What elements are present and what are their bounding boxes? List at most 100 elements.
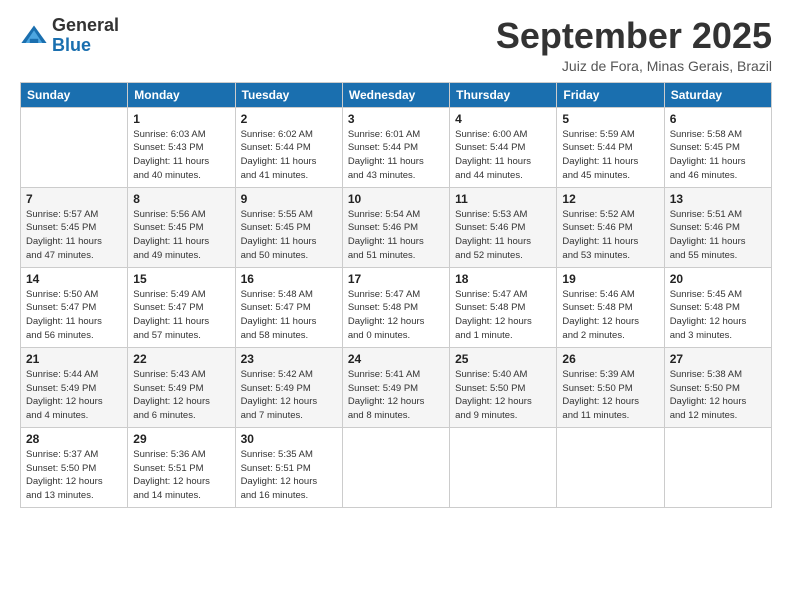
calendar-cell: 28 Sunrise: 5:37 AM Sunset: 5:50 PM Dayli… <box>21 427 128 507</box>
day-info: Sunrise: 5:55 AM Sunset: 5:45 PM Dayligh… <box>241 208 337 263</box>
day-info: Sunrise: 6:01 AM Sunset: 5:44 PM Dayligh… <box>348 128 444 183</box>
day-info: Sunrise: 5:40 AM Sunset: 5:50 PM Dayligh… <box>455 368 551 423</box>
day-number: 9 <box>241 192 337 206</box>
calendar-cell: 11Sunrise: 5:53 AM Sunset: 5:46 PM Dayli… <box>450 187 557 267</box>
day-number: 4 <box>455 112 551 126</box>
day-number: 21 <box>26 352 122 366</box>
calendar-cell: 7 Sunrise: 5:57 AM Sunset: 5:45 PM Daylig… <box>21 187 128 267</box>
calendar-cell <box>21 107 128 187</box>
calendar-cell: 20Sunrise: 5:45 AM Sunset: 5:48 PM Dayli… <box>664 267 771 347</box>
day-info: Sunrise: 5:37 AM Sunset: 5:50 PM Dayligh… <box>26 448 122 503</box>
day-number: 24 <box>348 352 444 366</box>
logo-container: General Blue <box>20 16 119 56</box>
day-info: Sunrise: 5:49 AM Sunset: 5:47 PM Dayligh… <box>133 288 229 343</box>
col-thursday: Thursday <box>450 82 557 107</box>
col-friday: Friday <box>557 82 664 107</box>
logo-general: General <box>52 16 119 36</box>
logo-text: General Blue <box>52 16 119 56</box>
day-number: 11 <box>455 192 551 206</box>
day-number: 19 <box>562 272 658 286</box>
day-number: 25 <box>455 352 551 366</box>
day-info: Sunrise: 5:57 AM Sunset: 5:45 PM Dayligh… <box>26 208 122 263</box>
calendar-cell: 1 Sunrise: 6:03 AM Sunset: 5:43 PM Daylig… <box>128 107 235 187</box>
calendar-cell: 18 Sunrise: 5:47 AM Sunset: 5:48 PM Dayli… <box>450 267 557 347</box>
calendar-cell <box>557 427 664 507</box>
calendar-cell: 14Sunrise: 5:50 AM Sunset: 5:47 PM Dayli… <box>21 267 128 347</box>
calendar-cell: 22 Sunrise: 5:43 AM Sunset: 5:49 PM Dayli… <box>128 347 235 427</box>
day-info: Sunrise: 6:02 AM Sunset: 5:44 PM Dayligh… <box>241 128 337 183</box>
day-info: Sunrise: 6:00 AM Sunset: 5:44 PM Dayligh… <box>455 128 551 183</box>
day-info: Sunrise: 5:43 AM Sunset: 5:49 PM Dayligh… <box>133 368 229 423</box>
col-saturday: Saturday <box>664 82 771 107</box>
calendar-cell: 16Sunrise: 5:48 AM Sunset: 5:47 PM Dayli… <box>235 267 342 347</box>
day-info: Sunrise: 5:38 AM Sunset: 5:50 PM Dayligh… <box>670 368 766 423</box>
day-number: 28 <box>26 432 122 446</box>
title-block: September 2025 Juiz de Fora, Minas Gerai… <box>496 16 772 74</box>
calendar-cell: 2 Sunrise: 6:02 AM Sunset: 5:44 PM Daylig… <box>235 107 342 187</box>
day-info: Sunrise: 5:36 AM Sunset: 5:51 PM Dayligh… <box>133 448 229 503</box>
col-monday: Monday <box>128 82 235 107</box>
day-number: 12 <box>562 192 658 206</box>
week-row-5: 28 Sunrise: 5:37 AM Sunset: 5:50 PM Dayli… <box>21 427 772 507</box>
day-info: Sunrise: 5:51 AM Sunset: 5:46 PM Dayligh… <box>670 208 766 263</box>
calendar-cell: 27Sunrise: 5:38 AM Sunset: 5:50 PM Dayli… <box>664 347 771 427</box>
day-number: 20 <box>670 272 766 286</box>
week-row-2: 7 Sunrise: 5:57 AM Sunset: 5:45 PM Daylig… <box>21 187 772 267</box>
calendar-cell: 25 Sunrise: 5:40 AM Sunset: 5:50 PM Dayli… <box>450 347 557 427</box>
calendar-cell: 24 Sunrise: 5:41 AM Sunset: 5:49 PM Dayli… <box>342 347 449 427</box>
col-sunday: Sunday <box>21 82 128 107</box>
day-info: Sunrise: 5:47 AM Sunset: 5:48 PM Dayligh… <box>455 288 551 343</box>
day-number: 7 <box>26 192 122 206</box>
calendar-cell: 21 Sunrise: 5:44 AM Sunset: 5:49 PM Dayli… <box>21 347 128 427</box>
day-number: 10 <box>348 192 444 206</box>
calendar-cell <box>450 427 557 507</box>
day-number: 8 <box>133 192 229 206</box>
calendar-cell <box>342 427 449 507</box>
day-number: 1 <box>133 112 229 126</box>
day-number: 18 <box>455 272 551 286</box>
day-number: 2 <box>241 112 337 126</box>
day-number: 26 <box>562 352 658 366</box>
location-subtitle: Juiz de Fora, Minas Gerais, Brazil <box>496 58 772 74</box>
week-row-1: 1 Sunrise: 6:03 AM Sunset: 5:43 PM Daylig… <box>21 107 772 187</box>
calendar-cell: 5 Sunrise: 5:59 AM Sunset: 5:44 PM Daylig… <box>557 107 664 187</box>
day-info: Sunrise: 5:52 AM Sunset: 5:46 PM Dayligh… <box>562 208 658 263</box>
calendar-cell: 3 Sunrise: 6:01 AM Sunset: 5:44 PM Daylig… <box>342 107 449 187</box>
day-number: 13 <box>670 192 766 206</box>
day-number: 30 <box>241 432 337 446</box>
week-row-4: 21 Sunrise: 5:44 AM Sunset: 5:49 PM Dayli… <box>21 347 772 427</box>
page: General Blue September 2025 Juiz de Fora… <box>0 0 792 612</box>
day-info: Sunrise: 5:59 AM Sunset: 5:44 PM Dayligh… <box>562 128 658 183</box>
calendar-cell: 6Sunrise: 5:58 AM Sunset: 5:45 PM Daylig… <box>664 107 771 187</box>
day-info: Sunrise: 5:58 AM Sunset: 5:45 PM Dayligh… <box>670 128 766 183</box>
calendar-cell: 12 Sunrise: 5:52 AM Sunset: 5:46 PM Dayli… <box>557 187 664 267</box>
logo-blue: Blue <box>52 36 119 56</box>
day-info: Sunrise: 5:46 AM Sunset: 5:48 PM Dayligh… <box>562 288 658 343</box>
calendar-cell: 23 Sunrise: 5:42 AM Sunset: 5:49 PM Dayli… <box>235 347 342 427</box>
day-number: 23 <box>241 352 337 366</box>
calendar-table: Sunday Monday Tuesday Wednesday Thursday… <box>20 82 772 508</box>
day-number: 5 <box>562 112 658 126</box>
day-number: 22 <box>133 352 229 366</box>
day-info: Sunrise: 5:50 AM Sunset: 5:47 PM Dayligh… <box>26 288 122 343</box>
day-info: Sunrise: 5:41 AM Sunset: 5:49 PM Dayligh… <box>348 368 444 423</box>
day-info: Sunrise: 5:44 AM Sunset: 5:49 PM Dayligh… <box>26 368 122 423</box>
day-number: 3 <box>348 112 444 126</box>
calendar-cell: 10 Sunrise: 5:54 AM Sunset: 5:46 PM Dayli… <box>342 187 449 267</box>
day-info: Sunrise: 5:47 AM Sunset: 5:48 PM Dayligh… <box>348 288 444 343</box>
calendar-cell: 29Sunrise: 5:36 AM Sunset: 5:51 PM Dayli… <box>128 427 235 507</box>
day-info: Sunrise: 5:39 AM Sunset: 5:50 PM Dayligh… <box>562 368 658 423</box>
day-info: Sunrise: 5:42 AM Sunset: 5:49 PM Dayligh… <box>241 368 337 423</box>
calendar-cell: 4 Sunrise: 6:00 AM Sunset: 5:44 PM Daylig… <box>450 107 557 187</box>
day-info: Sunrise: 5:56 AM Sunset: 5:45 PM Dayligh… <box>133 208 229 263</box>
col-tuesday: Tuesday <box>235 82 342 107</box>
calendar-cell: 13 Sunrise: 5:51 AM Sunset: 5:46 PM Dayli… <box>664 187 771 267</box>
day-number: 15 <box>133 272 229 286</box>
day-info: Sunrise: 5:48 AM Sunset: 5:47 PM Dayligh… <box>241 288 337 343</box>
day-info: Sunrise: 5:35 AM Sunset: 5:51 PM Dayligh… <box>241 448 337 503</box>
day-info: Sunrise: 5:54 AM Sunset: 5:46 PM Dayligh… <box>348 208 444 263</box>
calendar-cell: 30 Sunrise: 5:35 AM Sunset: 5:51 PM Dayli… <box>235 427 342 507</box>
calendar-cell: 19 Sunrise: 5:46 AM Sunset: 5:48 PM Dayli… <box>557 267 664 347</box>
day-info: Sunrise: 6:03 AM Sunset: 5:43 PM Dayligh… <box>133 128 229 183</box>
logo-icon <box>20 22 48 50</box>
